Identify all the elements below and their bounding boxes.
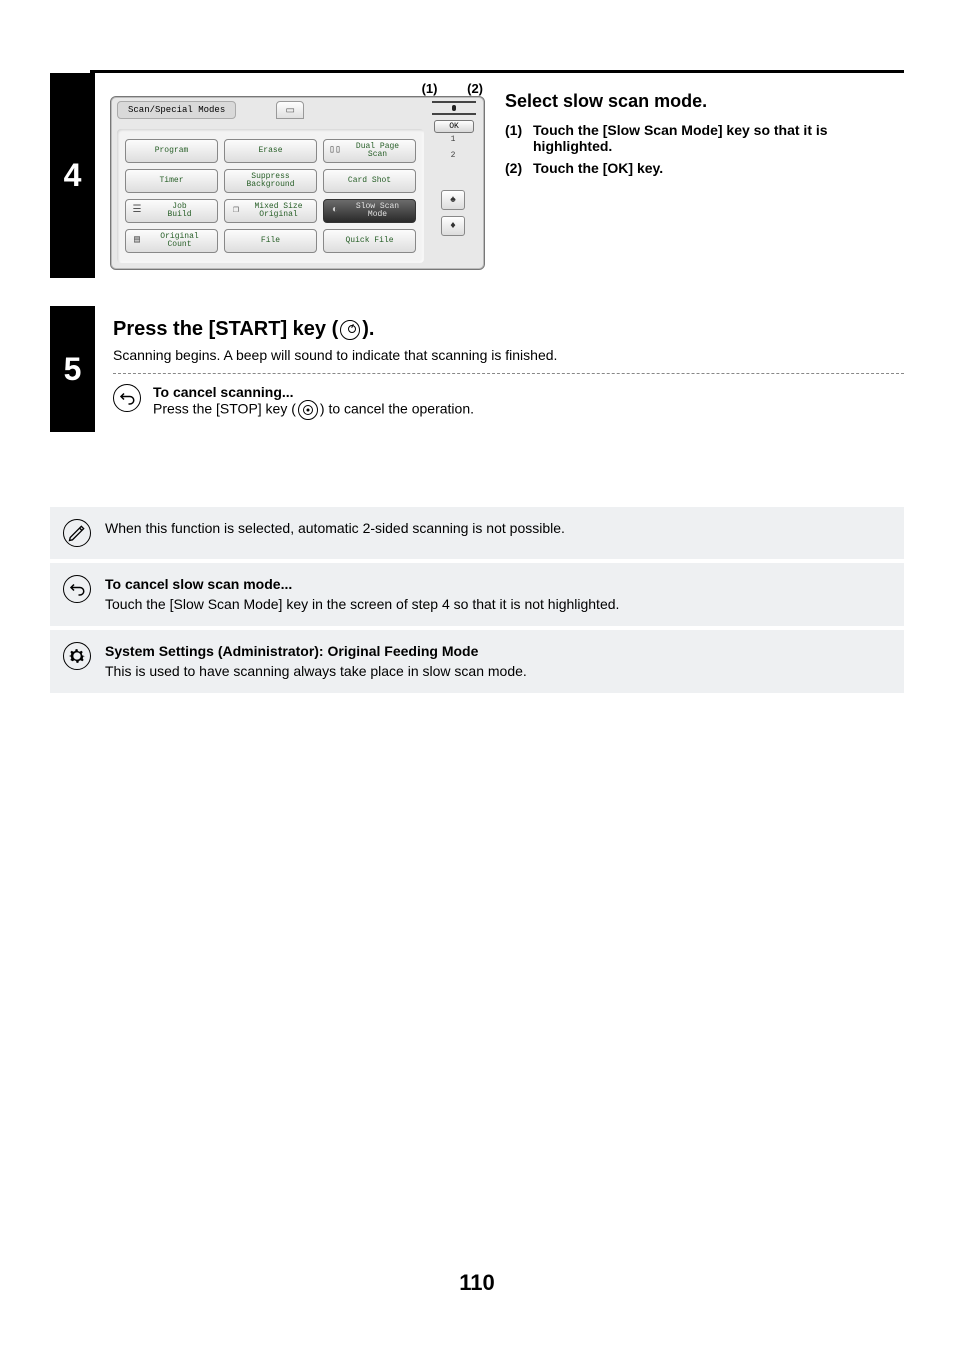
panel-body: Program Erase ▯▯Dual Page Scan Timer Sup… bbox=[117, 129, 424, 263]
mode-erase[interactable]: Erase bbox=[224, 139, 317, 163]
special-modes-panel: Scan/Special Modes ▭ OK Program Erase ▯▯… bbox=[110, 96, 485, 270]
info3-body: This is used to have scanning always tak… bbox=[105, 662, 527, 682]
cancel-scanning-note: To cancel scanning... Press the [STOP] k… bbox=[113, 384, 904, 420]
stop-key-icon bbox=[298, 400, 318, 420]
step4-heading: Select slow scan mode. bbox=[505, 91, 904, 112]
mode-suppress-background[interactable]: Suppress Background bbox=[224, 169, 317, 193]
cancel-title: To cancel scanning... bbox=[153, 384, 474, 400]
mode-file[interactable]: File bbox=[224, 229, 317, 253]
page-number: 110 bbox=[0, 1270, 954, 1296]
mode-slow-scan[interactable]: ◐Slow Scan Mode bbox=[323, 199, 416, 223]
list-text: Touch the [OK] key. bbox=[533, 160, 904, 176]
doc-icon: ▤ bbox=[130, 234, 144, 248]
ok-slider bbox=[432, 103, 476, 113]
info3-title: System Settings (Administrator): Origina… bbox=[105, 642, 527, 662]
info-boxes: When this function is selected, automati… bbox=[50, 507, 904, 693]
page-indicator-2: 2 bbox=[451, 151, 456, 161]
start-key-icon bbox=[340, 320, 360, 340]
mode-program[interactable]: Program bbox=[125, 139, 218, 163]
arrow-up-icon: ♠ bbox=[450, 195, 456, 206]
step5-title: Press the [START] key (). bbox=[113, 318, 904, 341]
page-indicator-1: 1 bbox=[451, 135, 456, 145]
snail-icon: ◐ bbox=[328, 204, 342, 218]
arrow-down-icon: ♦ bbox=[450, 221, 456, 232]
list-num: (1) bbox=[505, 122, 533, 154]
mode-job-build[interactable]: ☰Job Build bbox=[125, 199, 218, 223]
step5-desc: Scanning begins. A beep will sound to in… bbox=[113, 347, 813, 363]
scroll-up-button[interactable]: ♠ bbox=[441, 190, 465, 210]
info2-title: To cancel slow scan mode... bbox=[105, 575, 619, 595]
gear-icon bbox=[63, 642, 91, 670]
mode-timer[interactable]: Timer bbox=[125, 169, 218, 193]
step-number-5: 5 bbox=[50, 306, 95, 432]
return-icon bbox=[63, 575, 91, 603]
scroll-down-button[interactable]: ♦ bbox=[441, 216, 465, 236]
info1-text: When this function is selected, automati… bbox=[105, 519, 565, 539]
cancel-body: Press the [STOP] key () to cancel the op… bbox=[153, 400, 474, 420]
info2-body: Touch the [Slow Scan Mode] key in the sc… bbox=[105, 595, 619, 615]
book-icon: ▯▯ bbox=[328, 144, 342, 158]
panel-title: Scan/Special Modes bbox=[117, 101, 236, 119]
mode-dual-page-scan[interactable]: ▯▯Dual Page Scan bbox=[323, 139, 416, 163]
mode-original-count[interactable]: ▤Original Count bbox=[125, 229, 218, 253]
info-box-2: To cancel slow scan mode... Touch the [S… bbox=[50, 563, 904, 626]
tab-icon: ▭ bbox=[285, 105, 294, 116]
dashed-separator bbox=[113, 373, 904, 374]
step-4-row: 4 (1) (2) Scan/Special Modes ▭ bbox=[50, 73, 904, 278]
mode-quick-file[interactable]: Quick File bbox=[323, 229, 416, 253]
step-number-4: 4 bbox=[50, 73, 95, 278]
list-text: Touch the [Slow Scan Mode] key so that i… bbox=[533, 122, 904, 154]
pencil-icon bbox=[63, 519, 91, 547]
info-box-1: When this function is selected, automati… bbox=[50, 507, 904, 559]
step-5-row: 5 Press the [START] key (). Scanning beg… bbox=[50, 306, 904, 432]
step4-list: (1)Touch the [Slow Scan Mode] key so tha… bbox=[505, 122, 904, 176]
return-icon bbox=[113, 384, 141, 412]
mode-mixed-size-original[interactable]: ❐Mixed Size Original bbox=[224, 199, 317, 223]
panel-tab[interactable]: ▭ bbox=[276, 101, 304, 119]
info-box-3: System Settings (Administrator): Origina… bbox=[50, 630, 904, 693]
ok-line2 bbox=[432, 113, 476, 115]
mode-card-shot[interactable]: Card Shot bbox=[323, 169, 416, 193]
callout-labels: (1) (2) bbox=[110, 81, 485, 96]
stack-icon: ☰ bbox=[130, 204, 144, 218]
list-num: (2) bbox=[505, 160, 533, 176]
pages-icon: ❐ bbox=[229, 204, 243, 218]
ok-button[interactable]: OK bbox=[434, 120, 474, 133]
